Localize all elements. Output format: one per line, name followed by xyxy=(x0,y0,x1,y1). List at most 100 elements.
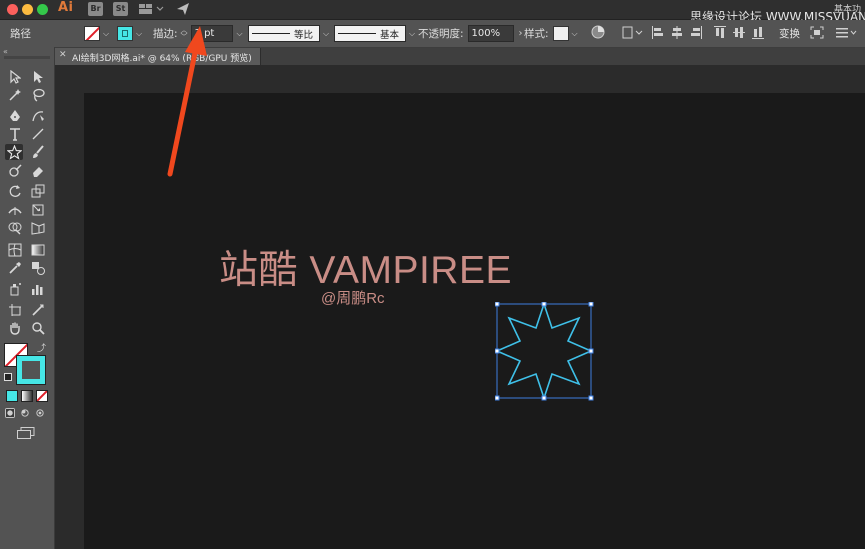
none-mode-button[interactable] xyxy=(36,390,48,402)
paintbrush-tool-icon[interactable] xyxy=(29,144,47,160)
artboard-tool-icon[interactable] xyxy=(6,302,24,318)
selection-handle xyxy=(495,348,500,354)
selection-handle xyxy=(588,348,594,354)
panel-grip[interactable] xyxy=(4,56,50,59)
align-bottom-icon[interactable] xyxy=(752,26,764,39)
curvature-tool-icon[interactable] xyxy=(29,108,47,124)
recolor-artwork-icon[interactable] xyxy=(591,25,605,39)
gradient-mode-button[interactable] xyxy=(21,390,33,402)
chevron-down-icon: ⌵ xyxy=(103,28,110,38)
selection-handle xyxy=(541,395,547,401)
selection-handle xyxy=(588,395,594,401)
eraser-tool-icon[interactable] xyxy=(29,163,47,179)
align-to-icon[interactable] xyxy=(622,26,646,39)
blend-tool-icon[interactable] xyxy=(29,260,47,276)
workspace-switcher[interactable]: 基本功 xyxy=(834,2,861,15)
line-segment-tool-icon[interactable] xyxy=(29,126,47,142)
shape-builder-tool-icon[interactable] xyxy=(6,220,24,236)
fill-none-swatch xyxy=(84,26,100,41)
chevron-right-icon[interactable]: › xyxy=(519,28,523,39)
variable-width-profile-dropdown[interactable]: 等比 ⌵ xyxy=(248,20,329,47)
graphic-style-control: 样式: ⌵ xyxy=(524,20,578,47)
window-close-button[interactable] xyxy=(7,4,18,15)
draw-normal-icon[interactable] xyxy=(5,408,15,418)
screen-mode-icon[interactable] xyxy=(17,427,35,439)
artwork-author-text[interactable]: @周鹏Rc xyxy=(321,287,385,308)
align-left-icon[interactable] xyxy=(652,26,664,39)
symbol-sprayer-tool-icon[interactable] xyxy=(6,281,24,297)
zoom-tool-icon[interactable] xyxy=(29,320,47,336)
align-center-icon[interactable] xyxy=(671,26,683,39)
slice-tool-icon[interactable] xyxy=(29,302,47,318)
brush-definition-dropdown[interactable]: 基本 ⌵ xyxy=(334,20,415,47)
gradient-tool-icon[interactable] xyxy=(29,242,47,258)
fill-color-dropdown[interactable]: ⌵ xyxy=(84,20,109,47)
eyedropper-tool-icon[interactable] xyxy=(6,260,24,276)
bridge-button[interactable]: Br xyxy=(88,2,103,16)
selection-handle xyxy=(588,302,594,307)
column-graph-tool-icon[interactable] xyxy=(29,281,47,297)
graphic-style-swatch[interactable] xyxy=(552,26,569,41)
opacity-label[interactable]: 不透明度: xyxy=(418,26,464,41)
share-icon[interactable] xyxy=(176,2,190,16)
illustrator-logo: Ai xyxy=(58,0,74,15)
pen-tool-icon[interactable] xyxy=(6,108,24,124)
selection-handle xyxy=(541,302,547,307)
selection-tool-icon[interactable] xyxy=(6,69,24,85)
transform-label: 变换 xyxy=(779,28,800,40)
stock-button[interactable]: St xyxy=(113,2,128,16)
perspective-grid-tool-icon[interactable] xyxy=(29,220,47,236)
app-title-bar: Ai Br St 思缘设计论坛 WWW.MISSVUAN.COM 基本功 xyxy=(0,0,865,24)
style-label: 样式: xyxy=(524,28,549,40)
chevron-down-icon: ⌵ xyxy=(409,28,416,38)
star-path xyxy=(495,302,594,401)
star-tool-icon[interactable] xyxy=(5,144,23,160)
type-tool-icon[interactable] xyxy=(6,126,24,142)
stroke-preview-line xyxy=(252,33,290,34)
free-transform-tool-icon[interactable] xyxy=(29,202,47,218)
isolate-selected-icon[interactable] xyxy=(810,26,824,39)
align-right-icon[interactable] xyxy=(690,26,702,39)
selection-handle xyxy=(495,395,500,401)
stroke-color-dropdown[interactable]: ⌵ xyxy=(117,20,142,47)
stroke-weight-dropdown-icon[interactable]: ⌵ xyxy=(237,29,243,39)
color-mode-button[interactable] xyxy=(6,390,18,402)
mesh-tool-icon[interactable] xyxy=(6,242,24,258)
close-tab-icon[interactable]: ✕ xyxy=(59,50,67,60)
rotate-tool-icon[interactable] xyxy=(6,183,24,199)
chevron-down-icon[interactable]: ⌵ xyxy=(572,29,578,39)
selected-star-shape[interactable] xyxy=(495,302,597,404)
window-minimize-button[interactable] xyxy=(22,4,33,15)
chevron-down-icon: ⌵ xyxy=(136,28,143,38)
opacity-input[interactable]: 100% xyxy=(467,25,514,42)
panel-menu-icon[interactable] xyxy=(836,26,858,39)
default-fill-stroke-icon[interactable] xyxy=(4,373,12,381)
window-maximize-button[interactable] xyxy=(37,4,48,15)
draw-inside-icon[interactable] xyxy=(35,408,45,418)
annotation-arrow-icon xyxy=(167,26,207,177)
opacity-control: 不透明度: 100% › xyxy=(418,20,523,47)
stroke-color-swatch xyxy=(117,26,133,41)
collapse-panel-icon[interactable]: « xyxy=(3,47,8,56)
stroke-swatch[interactable] xyxy=(16,355,46,385)
profile-label: 等比 xyxy=(294,29,314,41)
brush-preview-line xyxy=(338,33,376,34)
document-tab[interactable]: ✕ AI绘制3D网格.ai* @ 64% (RGB/GPU 预览) xyxy=(54,48,261,65)
scale-tool-icon[interactable] xyxy=(29,183,47,199)
align-middle-icon[interactable] xyxy=(733,26,745,39)
brush-label: 基本 xyxy=(380,29,400,41)
shaper-tool-icon[interactable] xyxy=(6,163,24,179)
width-tool-icon[interactable] xyxy=(6,202,24,218)
direct-selection-tool-icon[interactable] xyxy=(29,69,47,85)
object-type-text: 路径 xyxy=(10,28,31,40)
draw-behind-icon[interactable] xyxy=(20,408,30,418)
control-bar: 路径 ⌵ ⌵ 描边: ︿ ﹀ 3 pt ⌵ 等比 ⌵ 基本 ⌵ 不透明度: 100… xyxy=(0,20,865,48)
magic-wand-tool-icon[interactable] xyxy=(6,87,24,103)
align-top-icon[interactable] xyxy=(714,26,726,39)
selection-handle xyxy=(495,302,500,307)
swap-fill-stroke-icon[interactable]: ⤴ xyxy=(37,341,46,354)
lasso-tool-icon[interactable] xyxy=(29,87,47,103)
transform-button[interactable]: 变换 xyxy=(779,20,800,47)
hand-tool-icon[interactable] xyxy=(6,320,24,336)
arrange-documents-icon[interactable] xyxy=(139,4,165,15)
